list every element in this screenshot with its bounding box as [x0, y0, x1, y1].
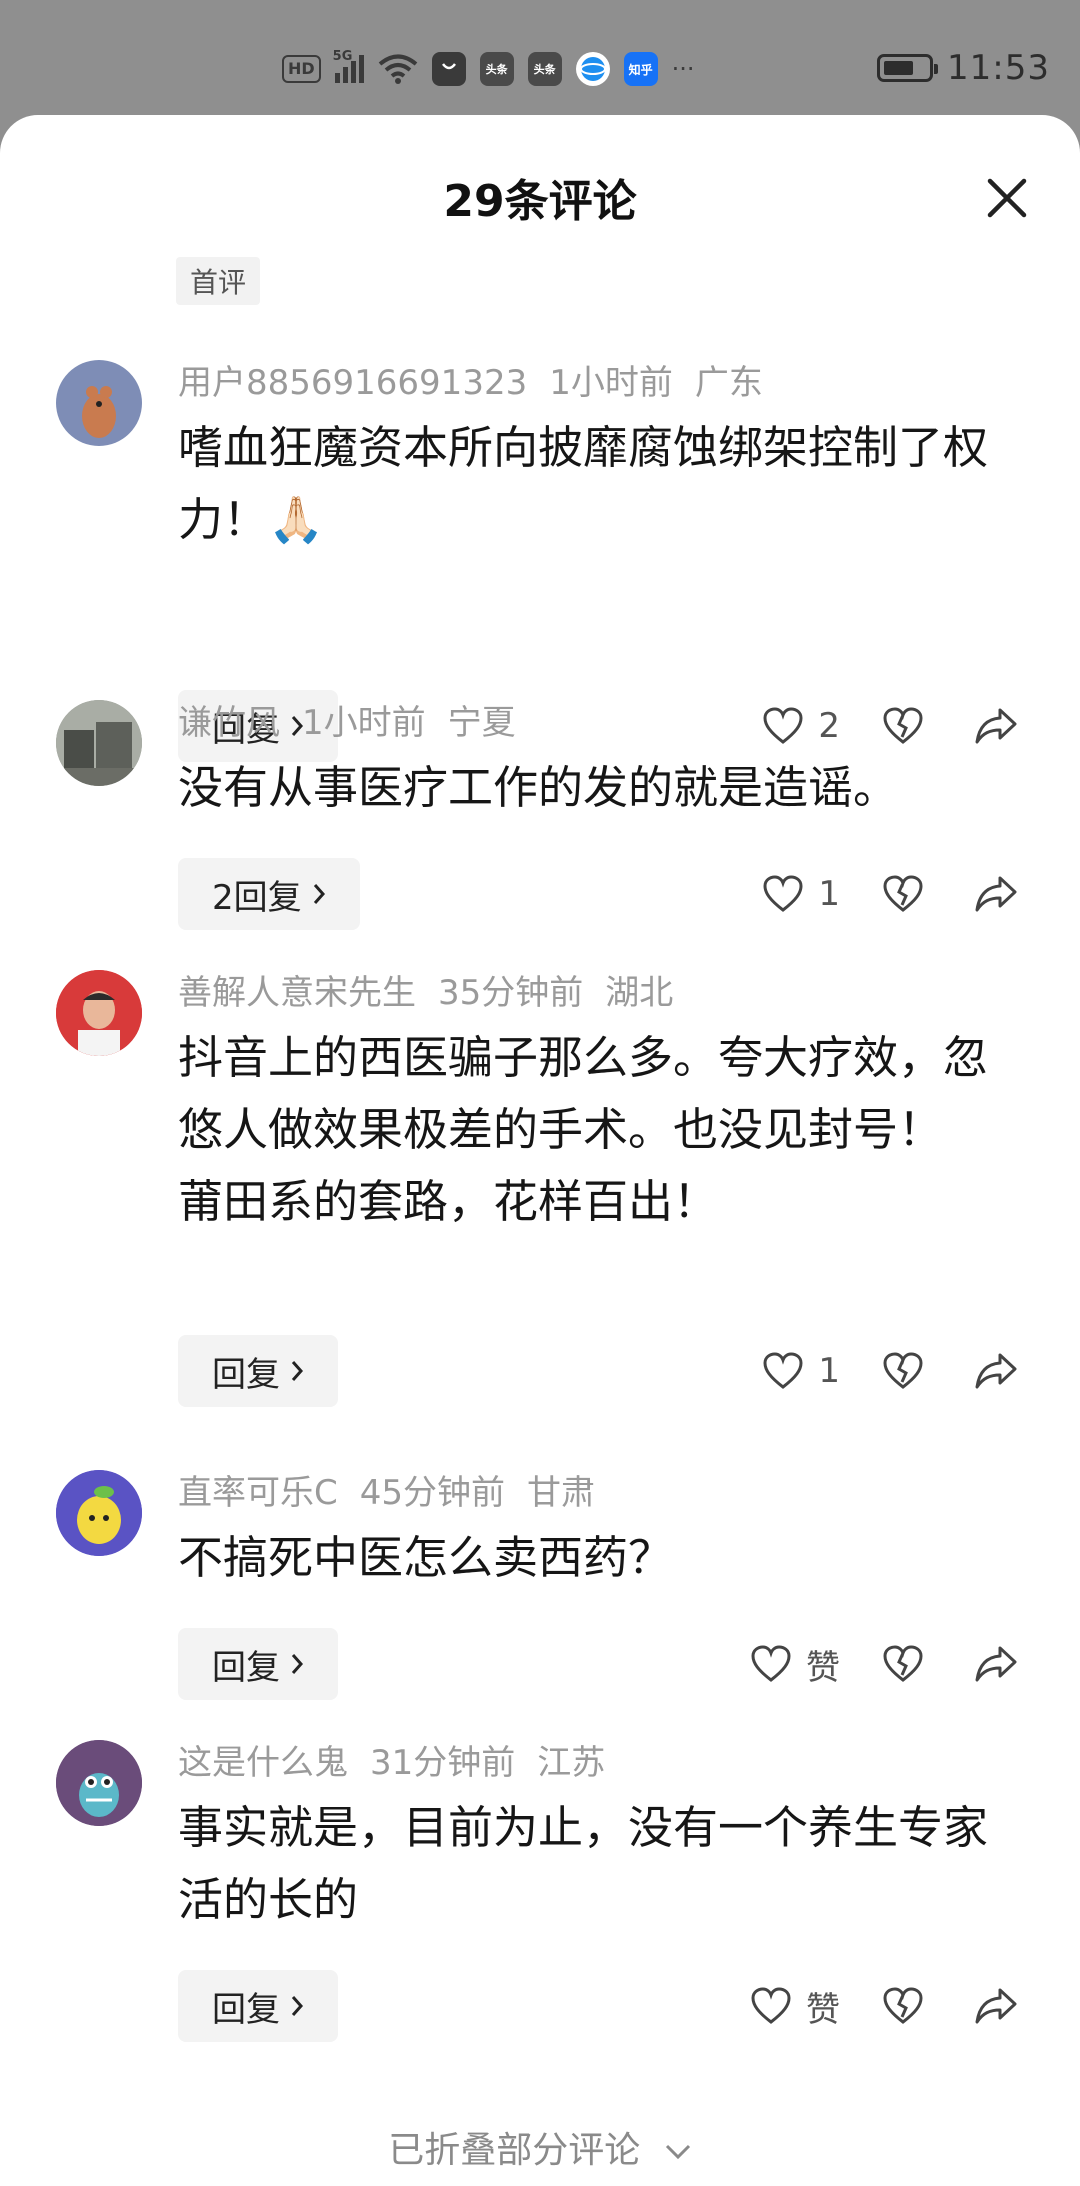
comment-meta: 用户8856916691323 1小时前 广东 [178, 360, 785, 406]
reply-button[interactable]: 回复 [178, 1335, 338, 1407]
close-icon[interactable] [984, 175, 1030, 221]
reply-label: 2回复 [212, 877, 302, 918]
reply-label: 回复 [212, 1989, 280, 2030]
collapsed-comments-toggle[interactable]: 已折叠部分评论 [0, 2121, 1080, 2173]
heart-icon [763, 707, 803, 744]
heart-icon [751, 1987, 791, 2024]
broken-heart-icon[interactable] [882, 874, 924, 914]
comment-actions: 1 [690, 858, 1040, 930]
comment-actions: 1 [690, 1335, 1040, 1407]
share-icon[interactable] [974, 1644, 1018, 1684]
chevron-right-icon [313, 884, 325, 904]
reply-label: 回复 [212, 1354, 280, 1395]
like-label: 赞 [806, 1647, 840, 1688]
comment-actions: 赞 [690, 1970, 1040, 2042]
comment-region: 广东 [694, 363, 763, 403]
comment-text: 嗜血狂魔资本所向披靡腐蚀绑架控制了权力！🙏🏻 [178, 421, 989, 546]
status-bar: HD 5G 头条 头条 知乎 ··· 11:53 [0, 0, 1080, 115]
heart-icon [763, 875, 803, 912]
heart-icon [763, 1352, 803, 1389]
comment-text: 抖音上的西医骗子那么多。夸大疗效，忽悠人做效果极差的手术。也没见封号！ 莆田系的… [178, 1031, 989, 1228]
avatar[interactable] [56, 1470, 142, 1556]
reply-label: 回复 [212, 1647, 280, 1688]
comment-text: 没有从事医疗工作的发的就是造谣。 [178, 761, 899, 814]
toutiao-app-icon: 头条 [479, 52, 514, 86]
reply-button[interactable]: 回复 [178, 1970, 338, 2042]
avatar[interactable] [56, 970, 142, 1056]
status-icons-right: 11:53 [877, 48, 1050, 88]
shopping-bag-icon [431, 52, 466, 86]
broken-heart-icon[interactable] [882, 1644, 924, 1684]
avatar[interactable] [56, 700, 142, 786]
comment-region: 甘肃 [527, 1473, 596, 1513]
battery-icon [877, 54, 939, 82]
comment-actions: 赞 [690, 1628, 1040, 1700]
username[interactable]: 这是什么鬼 [178, 1743, 348, 1783]
comment-text: 不搞死中医怎么卖西药？ [178, 1531, 674, 1584]
wifi-icon [378, 54, 417, 84]
avatar[interactable] [56, 360, 142, 446]
signal-icon: 5G [333, 49, 364, 83]
username[interactable]: 直率可乐C [178, 1473, 338, 1513]
network-type-label: 5G [332, 49, 353, 64]
chevron-right-icon [291, 1361, 304, 1381]
username[interactable]: 善解人意宋先生 [178, 973, 416, 1013]
like-count: 1 [818, 874, 840, 914]
chevron-down-icon [665, 2144, 690, 2160]
zhihu-app-icon: 知乎 [623, 52, 658, 86]
like-button[interactable]: 赞 [750, 1628, 840, 1700]
comment-region: 江苏 [537, 1743, 606, 1783]
like-button[interactable]: 赞 [750, 1970, 840, 2042]
status-icons-left: HD 5G 头条 头条 知乎 ··· [282, 49, 695, 86]
like-count: 2 [818, 706, 840, 746]
username[interactable]: 用户8856916691323 [178, 363, 527, 403]
comment-count-title: 29条评论 [443, 176, 637, 227]
comment-sheet: 29条评论 首评 用户8856916691323 1小时前 广东 嗜血狂魔资本所向披… [0, 115, 1080, 2186]
toutiao-app-icon-2: 头条 [527, 52, 562, 86]
like-count: 1 [818, 1351, 840, 1391]
heart-icon [751, 1645, 791, 1682]
chevron-right-icon [291, 1654, 304, 1674]
hd-indicator: HD [282, 55, 321, 83]
comment-time: 45分钟前 [359, 1473, 506, 1513]
chevron-right-icon [291, 1996, 304, 2016]
avatar[interactable] [56, 1740, 142, 1826]
comment-meta: 这是什么鬼 31分钟前 江苏 [178, 1740, 627, 1786]
comment-meta: 善解人意宋先生 35分钟前 湖北 [178, 970, 695, 1016]
broken-heart-icon[interactable] [882, 1351, 924, 1391]
comment-region: 宁夏 [447, 703, 516, 743]
collapsed-label: 已折叠部分评论 [388, 2130, 641, 2171]
share-icon[interactable] [974, 706, 1018, 746]
reply-button[interactable]: 2回复 [178, 858, 360, 930]
first-comment-tag: 首评 [176, 257, 261, 305]
clock: 11:53 [947, 48, 1050, 88]
comment-meta: 直率可乐C 45分钟前 甘肃 [178, 1470, 617, 1516]
username[interactable]: 谦竹风 [178, 703, 280, 743]
comment-text: 事实就是，目前为止，没有一个养生专家活的长的 [178, 1801, 989, 1926]
comment-time: 1小时前 [549, 363, 673, 403]
comment-meta: 谦竹风 1小时前 宁夏 [178, 700, 538, 746]
share-icon[interactable] [974, 874, 1018, 914]
share-icon[interactable] [974, 1351, 1018, 1391]
share-icon[interactable] [974, 1986, 1018, 2026]
more-notifications-icon: ··· [671, 55, 695, 83]
like-button[interactable]: 1 [762, 1335, 840, 1407]
browser-icon [575, 52, 610, 86]
battery-level [884, 61, 914, 75]
comment-time: 35分钟前 [438, 973, 584, 1013]
like-button[interactable]: 1 [762, 858, 840, 930]
like-label: 赞 [806, 1989, 840, 2030]
broken-heart-icon[interactable] [882, 706, 924, 746]
comment-time: 1小时前 [302, 703, 426, 743]
comment-time: 31分钟前 [370, 1743, 516, 1783]
comment-region: 湖北 [605, 973, 674, 1013]
broken-heart-icon[interactable] [882, 1986, 924, 2026]
reply-button[interactable]: 回复 [178, 1628, 338, 1700]
